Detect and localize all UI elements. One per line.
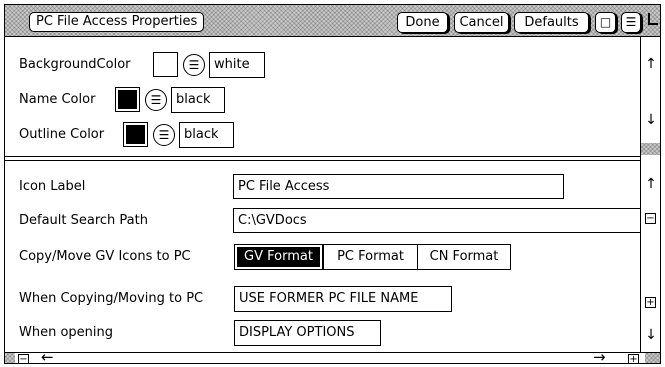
scroll-minus-icon[interactable]: − bbox=[645, 213, 656, 224]
copy-move-row: Copy/Move GV Icons to PC GV Format PC Fo… bbox=[19, 244, 619, 270]
when-opening-choice[interactable]: DISPLAY OPTIONS bbox=[234, 320, 381, 346]
scroll-right-icon[interactable]: → bbox=[593, 350, 606, 364]
default-search-path-label: Default Search Path bbox=[19, 213, 148, 228]
window-menu-icon[interactable]: ☰ bbox=[621, 12, 641, 33]
outline-color-swatch[interactable] bbox=[123, 122, 148, 147]
resize-corner-icon[interactable] bbox=[648, 13, 658, 25]
menu-icon[interactable]: ☰ bbox=[183, 54, 205, 76]
done-button[interactable]: Done bbox=[397, 12, 448, 33]
scroll-minus-icon[interactable]: − bbox=[18, 354, 29, 363]
background-color-value[interactable]: white bbox=[209, 52, 265, 78]
pc-format-option[interactable]: PC Format bbox=[323, 244, 418, 270]
when-copying-row: When Copying/Moving to PC USE FORMER PC … bbox=[19, 286, 619, 312]
name-color-label: Name Color bbox=[19, 92, 96, 107]
name-color-value[interactable]: black bbox=[171, 87, 225, 113]
horizontal-scrollbar[interactable]: − ← → + bbox=[5, 350, 660, 364]
default-search-path-row: Default Search Path C:\GVDocs bbox=[19, 208, 641, 234]
scroll-track[interactable] bbox=[641, 143, 660, 155]
scroll-plus-icon[interactable]: + bbox=[628, 354, 639, 363]
icon-label-row: Icon Label PC File Access bbox=[19, 174, 639, 200]
default-search-path-field[interactable]: C:\GVDocs bbox=[233, 208, 641, 233]
when-opening-row: When opening DISPLAY OPTIONS bbox=[19, 320, 619, 346]
cn-format-option[interactable]: CN Format bbox=[417, 244, 511, 270]
outline-color-value[interactable]: black bbox=[179, 122, 234, 148]
window-title[interactable]: PC File Access Properties bbox=[29, 12, 205, 32]
when-opening-label: When opening bbox=[19, 325, 114, 340]
file-access-properties-pane: Icon Label PC File Access Default Search… bbox=[5, 161, 641, 352]
menu-icon[interactable]: ☰ bbox=[145, 89, 167, 111]
scroll-left-icon[interactable]: ← bbox=[41, 350, 54, 364]
scroll-up-icon[interactable]: ↑ bbox=[644, 177, 658, 191]
copy-move-label: Copy/Move GV Icons to PC bbox=[19, 249, 191, 264]
scroll-down-icon[interactable]: ↓ bbox=[644, 113, 658, 127]
window-square-icon[interactable]: □ bbox=[595, 12, 616, 33]
scroll-plus-icon[interactable]: + bbox=[645, 297, 656, 308]
scroll-up-icon[interactable]: ↑ bbox=[644, 57, 658, 71]
defaults-button[interactable]: Defaults bbox=[514, 12, 589, 33]
gv-format-option[interactable]: GV Format bbox=[234, 244, 323, 270]
scroll-down-icon[interactable]: ↓ bbox=[644, 328, 658, 342]
color-properties-pane: BackgroundColor ☰ white Name Color ☰ bla… bbox=[5, 37, 641, 156]
icon-label-field[interactable]: PC File Access bbox=[233, 174, 564, 199]
background-color-label: BackgroundColor bbox=[19, 57, 131, 72]
menu-icon[interactable]: ☰ bbox=[153, 124, 175, 146]
top-vertical-scrollbar[interactable]: ↑ ↓ bbox=[640, 37, 660, 161]
outline-color-label: Outline Color bbox=[19, 127, 105, 142]
scroll-corner bbox=[645, 353, 660, 363]
name-color-swatch[interactable] bbox=[115, 87, 140, 112]
when-copying-label: When Copying/Moving to PC bbox=[19, 291, 204, 306]
scroll-corner bbox=[5, 353, 15, 363]
background-color-swatch[interactable] bbox=[153, 52, 178, 77]
icon-label-label: Icon Label bbox=[19, 179, 86, 194]
cancel-button[interactable]: Cancel bbox=[454, 12, 509, 33]
when-copying-choice[interactable]: USE FORMER PC FILE NAME bbox=[234, 286, 452, 312]
title-bar: PC File Access Properties Done Cancel De… bbox=[5, 5, 660, 37]
properties-window: PC File Access Properties Done Cancel De… bbox=[4, 4, 661, 364]
bottom-vertical-scrollbar[interactable]: ↑ − + ↓ bbox=[640, 161, 660, 352]
